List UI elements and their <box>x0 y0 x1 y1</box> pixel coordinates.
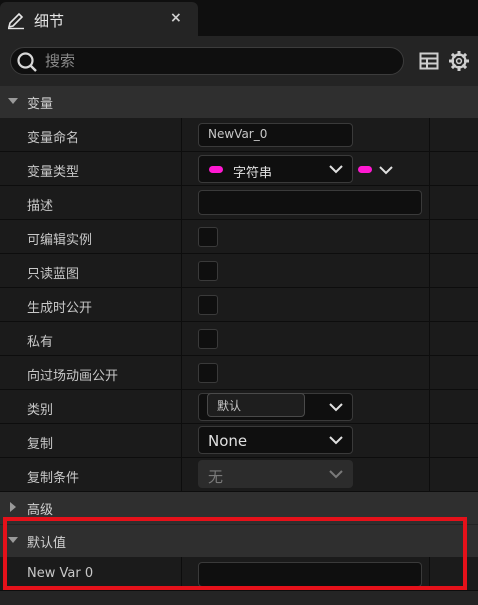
row-label: 生成时公开 <box>27 301 93 316</box>
column-divider <box>429 220 430 254</box>
row-replication-condition: 复制条件 无 <box>0 458 478 492</box>
chevron-right-icon <box>10 502 16 512</box>
row-label: 私有 <box>27 335 54 350</box>
container-type-chevron-icon[interactable] <box>379 165 393 175</box>
chevron-down-icon[interactable] <box>329 402 343 412</box>
section-label: 高级 <box>27 503 54 518</box>
tab-details[interactable]: 细节 × <box>0 2 198 36</box>
row-private: 私有 <box>0 322 478 356</box>
row-label: 描述 <box>27 199 54 214</box>
chevron-down-icon <box>329 436 343 445</box>
blueprint-readonly-checkbox[interactable] <box>198 261 218 281</box>
row-expose-cinematics: 向过场动画公开 <box>0 356 478 390</box>
replication-dropdown[interactable]: None <box>198 426 353 454</box>
row-expose-on-spawn: 生成时公开 <box>0 288 478 322</box>
private-checkbox[interactable] <box>198 329 218 349</box>
description-input[interactable] <box>198 190 422 215</box>
row-variable-name: 变量命名 NewVar_0 <box>0 118 478 152</box>
column-divider <box>429 254 430 288</box>
tab-title: 细节 <box>34 12 65 30</box>
chevron-down-icon <box>329 470 343 479</box>
column-divider <box>181 220 182 254</box>
instance-editable-checkbox[interactable] <box>198 227 218 247</box>
replication-condition-value: 无 <box>208 468 224 486</box>
chevron-down-icon <box>8 98 18 104</box>
row-category: 类别 默认 <box>0 390 478 424</box>
expose-on-spawn-checkbox[interactable] <box>198 295 218 315</box>
chevron-down-icon <box>329 165 343 174</box>
column-divider <box>181 458 182 492</box>
column-divider <box>181 356 182 390</box>
section-label: 变量 <box>27 97 54 112</box>
column-divider <box>181 118 182 152</box>
column-divider <box>429 186 430 220</box>
column-divider <box>181 322 182 356</box>
table-view-icon[interactable] <box>419 51 439 71</box>
replication-condition-dropdown: 无 <box>198 460 353 488</box>
row-label: 只读蓝图 <box>27 267 80 282</box>
column-divider <box>429 458 430 492</box>
row-label: 复制 <box>27 437 54 452</box>
column-divider <box>429 424 430 458</box>
column-divider <box>181 186 182 220</box>
string-pin-icon <box>209 166 223 173</box>
tab-bar: 细节 × <box>0 0 478 36</box>
category-combo[interactable]: 默认 <box>198 393 353 421</box>
column-divider <box>429 322 430 356</box>
container-type-pin-icon[interactable] <box>358 166 372 173</box>
row-label: 可编辑实例 <box>27 233 93 248</box>
row-label: 变量类型 <box>27 165 80 180</box>
variable-name-input[interactable]: NewVar_0 <box>198 123 353 147</box>
column-divider <box>181 254 182 288</box>
column-divider <box>429 118 430 152</box>
search-row <box>0 36 478 86</box>
row-variable-type: 变量类型 字符串 <box>0 152 478 186</box>
replication-value: None <box>208 432 248 450</box>
section-variable[interactable]: 变量 <box>0 86 478 118</box>
column-divider <box>429 152 430 186</box>
row-description: 描述 <box>0 186 478 220</box>
column-divider <box>181 288 182 322</box>
row-label: 复制条件 <box>27 471 80 486</box>
close-icon[interactable]: × <box>170 10 182 26</box>
search-input[interactable] <box>45 50 385 72</box>
category-input[interactable]: 默认 <box>207 393 305 417</box>
expose-cinematics-checkbox[interactable] <box>198 363 218 383</box>
search-box[interactable] <box>10 47 404 75</box>
column-divider <box>181 390 182 424</box>
column-divider <box>429 356 430 390</box>
search-icon <box>17 52 37 72</box>
variable-type-dropdown[interactable]: 字符串 <box>198 155 353 183</box>
column-divider <box>181 424 182 458</box>
gear-icon[interactable] <box>448 50 470 72</box>
variable-type-value: 字符串 <box>233 166 273 181</box>
column-divider <box>429 288 430 322</box>
row-replication: 复制 None <box>0 424 478 458</box>
row-blueprint-readonly: 只读蓝图 <box>0 254 478 288</box>
row-label: 向过场动画公开 <box>27 369 119 384</box>
column-divider <box>181 152 182 186</box>
edit-icon <box>7 12 24 30</box>
column-divider <box>429 390 430 424</box>
row-label: 类别 <box>27 403 54 418</box>
highlight-box <box>3 517 467 590</box>
row-label: 变量命名 <box>27 131 80 146</box>
row-instance-editable: 可编辑实例 <box>0 220 478 254</box>
